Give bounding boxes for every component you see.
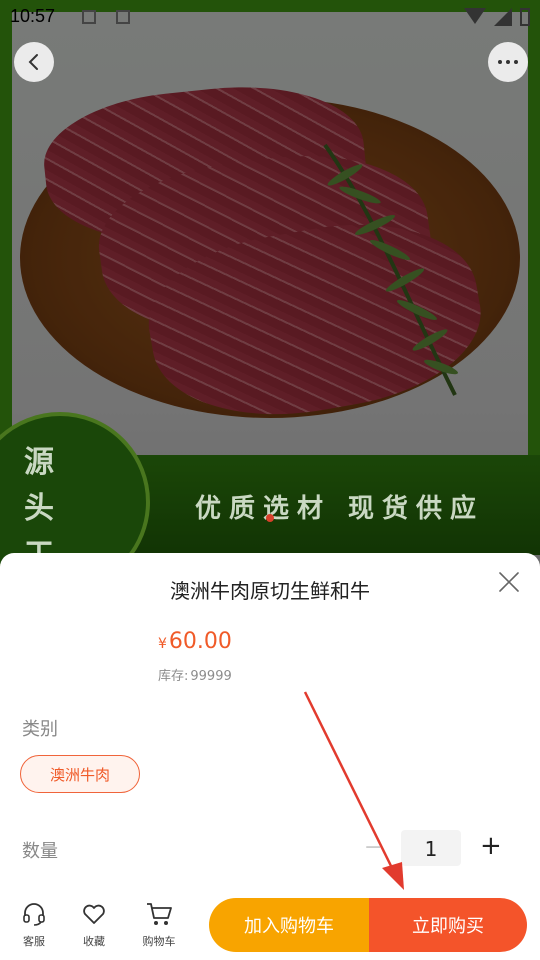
add-to-cart-button[interactable]: 加入购物车 [209,898,369,952]
buy-now-button[interactable]: 立即购买 [369,898,527,952]
stock-label: 库存: [158,669,189,684]
product-price: ¥60.00 [158,629,232,654]
status-time: 10:57 [10,6,56,26]
slogan-left: 源 头 工 厂 [24,445,62,570]
a-badge-icon [116,10,130,24]
favorite-button[interactable]: 收藏 [64,901,124,949]
sku-bottom-sheet: 澳洲牛肉原切生鲜和牛 ¥60.00 库存: 99999 类别 澳洲牛肉 数量 − … [0,553,540,960]
back-button[interactable] [14,42,54,82]
shopping-cart-icon [147,903,172,925]
image-icon [82,10,96,24]
price-value: 60.00 [168,629,232,654]
cart-label: 购物车 [142,935,176,948]
more-button[interactable] [488,42,528,82]
chevron-left-icon [28,54,38,70]
category-label: 类别 [22,719,58,740]
cart-button[interactable]: 购物车 [129,901,189,949]
favorite-label: 收藏 [83,935,105,948]
quantity-increment-button[interactable]: + [480,831,502,861]
quantity-decrement-button[interactable]: − [364,835,382,860]
image-pager-dot [266,514,274,522]
stock-value: 99999 [190,669,232,684]
slogan-right: 优质选材 现货供应 [195,494,485,524]
product-title: 澳洲牛肉原切生鲜和牛 [170,579,370,603]
customer-service-button[interactable]: 客服 [4,901,64,949]
status-bar: 10:57 [0,0,540,36]
quantity-label: 数量 [22,841,58,862]
quantity-input[interactable]: 1 [401,830,461,866]
signal-icon [494,8,512,26]
wifi-icon [464,8,486,24]
currency-symbol: ¥ [158,636,167,652]
stock-info: 库存: 99999 [156,665,232,684]
headset-icon [23,903,45,926]
battery-icon [520,8,530,26]
more-horizontal-icon [498,60,518,64]
product-image: 源 头 工 厂 优质选材 现货供应 [0,0,540,570]
heart-icon [83,904,105,924]
customer-service-label: 客服 [23,935,45,948]
category-option-selected[interactable]: 澳洲牛肉 [20,755,140,793]
